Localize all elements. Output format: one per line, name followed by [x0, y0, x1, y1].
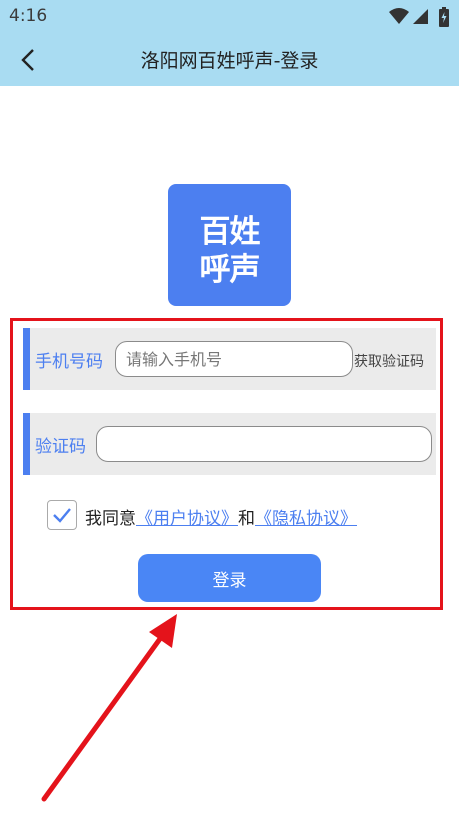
- phone-row: 手机号码 获取验证码: [23, 328, 436, 390]
- app-bar: 洛阳网百姓呼声-登录: [0, 34, 459, 86]
- agree-checkbox[interactable]: [47, 500, 77, 530]
- app-logo: 百姓 呼声: [168, 184, 291, 306]
- phone-input[interactable]: [115, 341, 353, 377]
- user-agreement-link[interactable]: 《用户协议》: [136, 509, 238, 529]
- status-bar: 4:16: [0, 0, 459, 34]
- privacy-policy-link[interactable]: 《隐私协议》: [255, 509, 357, 529]
- signal-icon: [413, 9, 428, 24]
- agreement-line: 我同意《用户协议》和《隐私协议》: [85, 504, 357, 529]
- code-row: 验证码: [23, 413, 436, 475]
- status-time: 4:16: [9, 6, 48, 26]
- logo-text-line2: 呼声: [199, 252, 261, 288]
- code-input[interactable]: [96, 426, 432, 462]
- agree-prefix: 我同意: [85, 509, 136, 529]
- wifi-icon: [389, 8, 409, 24]
- login-button[interactable]: 登录: [138, 554, 321, 602]
- check-icon: [53, 508, 71, 523]
- phone-label: 手机号码: [35, 352, 103, 372]
- and-text: 和: [238, 509, 255, 529]
- code-label: 验证码: [35, 437, 86, 457]
- battery-icon: [439, 7, 449, 27]
- page-title: 洛阳网百姓呼声-登录: [140, 50, 319, 72]
- get-code-button[interactable]: 获取验证码: [354, 351, 424, 371]
